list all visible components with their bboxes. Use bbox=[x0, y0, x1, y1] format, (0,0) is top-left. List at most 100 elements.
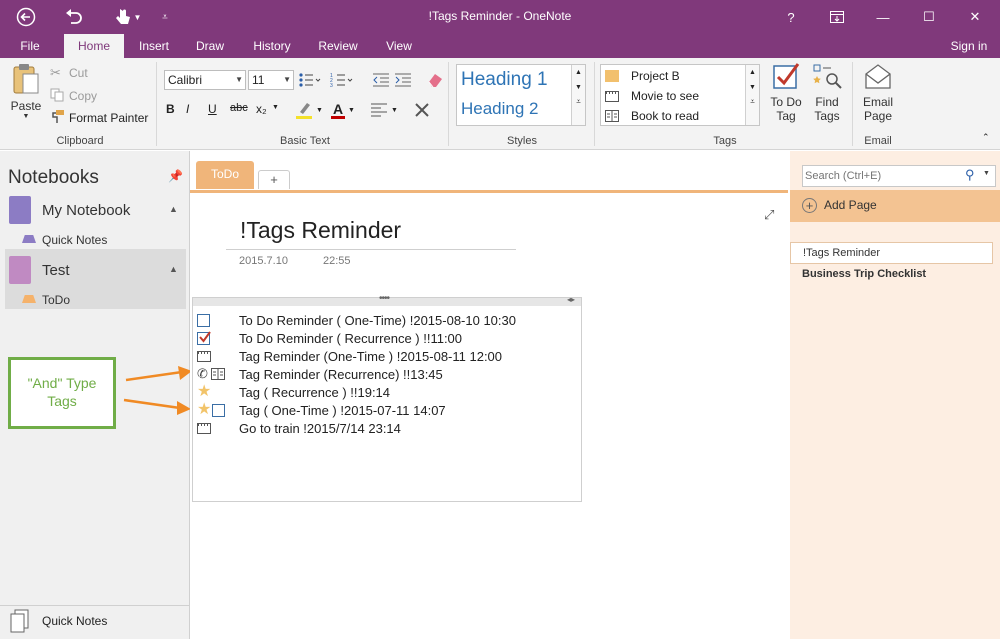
row-tag-icons bbox=[197, 350, 239, 362]
font-size-combo[interactable]: 11 ▼ bbox=[248, 70, 294, 90]
help-button[interactable]: ? bbox=[768, 0, 814, 34]
tagged-note-row[interactable]: ★ Tag ( One-Time ) !2015-07-11 14:07 bbox=[197, 401, 446, 419]
section-todo[interactable]: ToDo bbox=[42, 293, 70, 307]
styles-gallery-scroll[interactable]: ▲ ▼ ⩡ bbox=[571, 65, 585, 125]
ribbon-display-button[interactable] bbox=[814, 0, 860, 34]
numbering-button[interactable]: 123 bbox=[330, 70, 358, 90]
scroll-down-icon: ▼ bbox=[575, 84, 582, 91]
close-button[interactable]: ✕ bbox=[952, 0, 998, 34]
notebook-test[interactable]: Test ▲ bbox=[5, 255, 186, 285]
search-icon[interactable]: ⚲ bbox=[965, 167, 975, 183]
checked-checkbox-icon[interactable] bbox=[197, 330, 211, 345]
add-page-label: Add Page bbox=[824, 198, 877, 212]
increase-indent-button[interactable] bbox=[394, 70, 414, 90]
checkbox-icon[interactable] bbox=[197, 313, 210, 327]
chevron-down-icon: ▼ bbox=[316, 106, 323, 114]
section-tab-todo[interactable]: ToDo bbox=[196, 161, 254, 189]
note-container[interactable]: •••• ◂▸ To Do Reminder ( One-Time) !2015… bbox=[192, 293, 582, 502]
more-icon: ⩡ bbox=[576, 97, 581, 106]
tag-item-label: Project B bbox=[631, 69, 680, 83]
page-title[interactable]: !Tags Reminder bbox=[240, 217, 401, 244]
pin-icon[interactable]: 📌 bbox=[168, 169, 183, 183]
font-name-combo[interactable]: Calibri ▼ bbox=[164, 70, 246, 90]
delete-x-icon bbox=[415, 103, 429, 117]
scroll-up-icon: ▲ bbox=[575, 69, 582, 76]
delete-button[interactable] bbox=[414, 98, 438, 122]
tagged-note-row[interactable]: Go to train !2015/7/14 23:14 bbox=[197, 419, 401, 437]
tags-gallery-scroll[interactable]: ▲ ▼ ⩡ bbox=[745, 65, 759, 125]
collapse-ribbon-button[interactable]: ⌃ bbox=[982, 132, 990, 143]
paragraph-alignment-button[interactable]: ▼ bbox=[370, 100, 404, 120]
paste-button[interactable]: Paste ▼ bbox=[8, 62, 44, 130]
copy-button[interactable]: Copy bbox=[50, 87, 97, 105]
tab-review[interactable]: Review bbox=[310, 34, 366, 58]
font-color-button[interactable]: A ▼ bbox=[330, 98, 362, 122]
underline-button[interactable]: U bbox=[208, 102, 222, 116]
tab-draw[interactable]: Draw bbox=[186, 34, 234, 58]
tagged-note-row[interactable]: To Do Reminder ( Recurrence ) !!11:00 bbox=[197, 329, 462, 347]
todo-tag-button[interactable]: To Do Tag bbox=[766, 62, 806, 132]
tagged-note-row[interactable]: ★ Tag ( Recurrence ) !!19:14 bbox=[197, 383, 390, 401]
tagged-note-row[interactable]: ✆ Tag Reminder (Recurrence) !!13:45 bbox=[197, 365, 443, 383]
note-text: Tag ( Recurrence ) !!19:14 bbox=[239, 384, 391, 400]
add-section-button[interactable]: + bbox=[258, 170, 290, 189]
film-icon bbox=[605, 90, 619, 102]
search-input[interactable] bbox=[805, 167, 955, 185]
phone-icon: ✆ bbox=[197, 366, 208, 381]
tagged-note-row[interactable]: Tag Reminder (One-Time ) !2015-08-11 12:… bbox=[197, 347, 502, 365]
styles-gallery[interactable]: Heading 1 Heading 2 ▲ ▼ ⩡ bbox=[456, 64, 586, 126]
minimize-button[interactable]: — bbox=[860, 0, 906, 34]
chevron-up-icon[interactable]: ▲ bbox=[169, 204, 178, 214]
bullets-button[interactable] bbox=[298, 70, 326, 90]
film-icon bbox=[197, 350, 211, 362]
strikethrough-button[interactable]: abc bbox=[230, 102, 250, 114]
chevron-down-icon[interactable]: ▼ bbox=[983, 170, 990, 177]
tag-item-book[interactable]: Book to read bbox=[605, 106, 699, 126]
page-canvas[interactable]: ⤢ !Tags Reminder 2015.7.10 22:55 •••• ◂▸… bbox=[190, 190, 788, 639]
add-page-bar[interactable]: + Add Page bbox=[790, 190, 1000, 222]
page-item-business-trip[interactable]: Business Trip Checklist bbox=[790, 265, 993, 287]
chevron-up-icon[interactable]: ▲ bbox=[169, 264, 178, 274]
notebook-my-notebook[interactable]: My Notebook ▲ bbox=[5, 195, 186, 225]
page-item-tags-reminder[interactable]: !Tags Reminder bbox=[790, 242, 993, 264]
todo-checkbox-icon bbox=[773, 63, 800, 89]
email-page-button[interactable]: Email Page bbox=[858, 62, 898, 132]
svg-text:3: 3 bbox=[330, 83, 333, 88]
sign-in-link[interactable]: Sign in bbox=[944, 34, 994, 58]
email-group-label: Email bbox=[864, 135, 892, 147]
tab-file[interactable]: File bbox=[10, 34, 50, 58]
note-container-header[interactable]: •••• ◂▸ bbox=[193, 293, 581, 306]
quick-notes-bottom-button[interactable] bbox=[10, 609, 30, 636]
style-heading-2[interactable]: Heading 2 bbox=[461, 99, 539, 119]
section-quick-notes[interactable]: Quick Notes bbox=[42, 233, 107, 247]
clipboard-group-label: Clipboard bbox=[56, 135, 104, 147]
tab-insert[interactable]: Insert bbox=[130, 34, 178, 58]
chevron-down-icon: ▼ bbox=[283, 75, 291, 84]
quick-notes-bottom-label[interactable]: Quick Notes bbox=[42, 614, 107, 628]
find-tags-button[interactable]: Find Tags bbox=[808, 62, 846, 132]
tagged-note-row[interactable]: To Do Reminder ( One-Time) !2015-08-10 1… bbox=[197, 311, 516, 329]
clear-formatting-button[interactable] bbox=[426, 70, 446, 90]
subscript-button[interactable]: x₂ bbox=[256, 102, 272, 116]
tab-view[interactable]: View bbox=[376, 34, 422, 58]
row-tag-icons: ★ bbox=[197, 402, 239, 418]
maximize-button[interactable]: ☐ bbox=[906, 0, 952, 34]
book-icon bbox=[211, 368, 225, 380]
tags-gallery[interactable]: Project B Movie to see Book to read ▲ ▼ … bbox=[600, 64, 760, 126]
highlight-button[interactable]: ▼ bbox=[294, 98, 326, 122]
expand-icon[interactable]: ⤢ bbox=[764, 207, 774, 223]
style-heading-1[interactable]: Heading 1 bbox=[461, 69, 548, 91]
search-box[interactable]: ⚲ ▼ bbox=[802, 165, 996, 187]
indent-icon bbox=[395, 73, 411, 87]
tab-home[interactable]: Home bbox=[64, 34, 124, 58]
tag-item-project-b[interactable]: Project B bbox=[605, 66, 680, 86]
format-painter-button[interactable]: Format Painter bbox=[50, 109, 148, 127]
decrease-indent-button[interactable] bbox=[372, 70, 392, 90]
checkbox-icon[interactable] bbox=[212, 403, 226, 417]
italic-button[interactable]: I bbox=[186, 102, 200, 116]
scroll-down-icon: ▼ bbox=[749, 84, 756, 91]
cut-button[interactable]: ✂ Cut bbox=[50, 64, 88, 82]
tag-item-movie[interactable]: Movie to see bbox=[605, 86, 699, 106]
bold-button[interactable]: B bbox=[166, 102, 180, 116]
tab-history[interactable]: History bbox=[244, 34, 300, 58]
